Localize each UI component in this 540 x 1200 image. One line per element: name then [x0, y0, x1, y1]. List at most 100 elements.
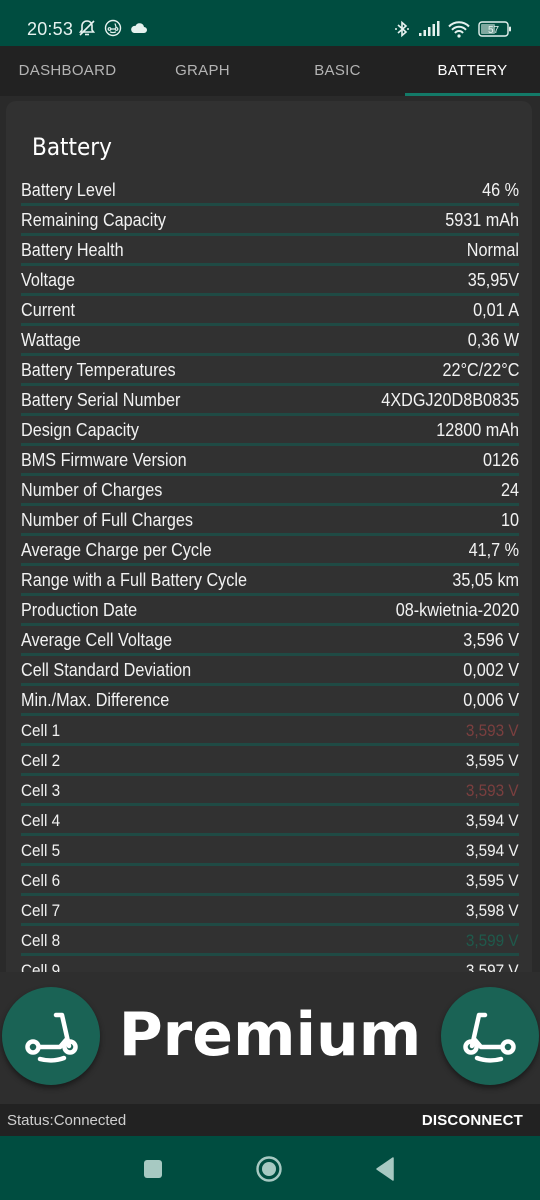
- home-icon: [256, 1156, 282, 1182]
- info-row-label: Number of Charges: [21, 480, 163, 500]
- info-row: Number of Charges 24: [21, 476, 519, 506]
- battery-percent: 57: [488, 25, 500, 36]
- info-row-label: Battery Level: [21, 180, 116, 200]
- status-right-icons: 57: [394, 20, 512, 43]
- cell-row: Cell 1 3,593 V: [21, 716, 519, 746]
- recent-apps-button[interactable]: [138, 1154, 168, 1184]
- connection-footer: Status:Connected DISCONNECT: [0, 1104, 540, 1136]
- battery-icon: 57: [478, 21, 512, 42]
- info-row-label: Battery Health: [21, 240, 124, 260]
- premium-banner: Premium: [0, 972, 540, 1104]
- info-row-label: Average Cell Voltage: [21, 630, 173, 650]
- info-row-value: 24: [500, 480, 519, 500]
- cloud-icon: [130, 21, 148, 40]
- cell-row: Cell 9 3.597 V: [21, 956, 519, 972]
- status-time: 20:53: [27, 19, 74, 39]
- cell-voltage: 3,599 V: [466, 931, 519, 950]
- cell-label: Cell 2: [21, 751, 61, 770]
- info-row-label: BMS Firmware Version: [21, 450, 187, 470]
- info-row-label: Cell Standard Deviation: [21, 660, 192, 680]
- info-row: Remaining Capacity 5931 mAh: [21, 206, 519, 236]
- info-row: Battery Level 46 %: [21, 176, 519, 206]
- card-title: Battery: [32, 133, 112, 161]
- tab-bar: DASHBOARD GRAPH BASIC BATTERY: [0, 46, 540, 96]
- info-row-value: 0,01 A: [473, 300, 519, 320]
- cell-voltage: 3,593 V: [466, 721, 519, 740]
- cell-row: Cell 6 3,595 V: [21, 866, 519, 896]
- info-row-label: Design Capacity: [21, 420, 139, 440]
- cell-voltage: 3.597 V: [466, 961, 519, 972]
- info-row: Voltage 35,95V: [21, 266, 519, 296]
- cell-label: Cell 4: [21, 811, 61, 830]
- cell-label: Cell 7: [21, 901, 61, 920]
- cell-voltage: 3,593 V: [466, 781, 519, 800]
- tab-graph[interactable]: GRAPH: [135, 46, 270, 96]
- bluetooth-icon: [394, 20, 410, 43]
- signal-icon: [418, 21, 440, 42]
- info-row: BMS Firmware Version 0126: [21, 446, 519, 476]
- scooter-button-right[interactable]: [441, 987, 539, 1085]
- info-row: Wattage 0,36 W: [21, 326, 519, 356]
- home-button[interactable]: [254, 1154, 284, 1184]
- info-row: Battery Temperatures 22°C/22°C: [21, 356, 519, 386]
- info-row-value: 22°C/22°C: [442, 360, 519, 380]
- info-row-label: Production Date: [21, 600, 138, 620]
- back-icon: [376, 1157, 394, 1181]
- scooter-app-icon: [104, 19, 122, 42]
- info-row: Average Charge per Cycle 41,7 %: [21, 536, 519, 566]
- cell-row: Cell 7 3,598 V: [21, 896, 519, 926]
- battery-scroll-area[interactable]: Battery Battery Level 46 % Remaining Capac…: [0, 96, 540, 972]
- back-button[interactable]: [370, 1154, 400, 1184]
- cell-voltage: 3,595 V: [466, 871, 519, 890]
- info-row: Battery Health Normal: [21, 236, 519, 266]
- info-row: Design Capacity 12800 mAh: [21, 416, 519, 446]
- info-row-value: 0126: [482, 450, 519, 470]
- scooter-icon: [463, 1012, 516, 1063]
- info-row: Battery Serial Number 4XDGJ20D8B0835: [21, 386, 519, 416]
- tab-basic[interactable]: BASIC: [270, 46, 405, 96]
- cell-row: Cell 4 3,594 V: [21, 806, 519, 836]
- info-row-value: 0,006 V: [463, 690, 519, 710]
- info-row-label: Number of Full Charges: [21, 510, 193, 530]
- info-row-value: 0,002 V: [463, 660, 519, 680]
- navigation-bar: [0, 1136, 540, 1200]
- cell-voltage: 3,595 V: [466, 751, 519, 770]
- info-row-label: Wattage: [21, 330, 81, 350]
- battery-info-list: Battery Level 46 % Remaining Capacity 5931 …: [21, 176, 519, 972]
- cell-label: Cell 5: [21, 841, 61, 860]
- info-row-label: Min./Max. Difference: [21, 690, 170, 710]
- info-row-label: Range with a Full Battery Cycle: [21, 570, 247, 590]
- info-row-label: Remaining Capacity: [21, 210, 166, 230]
- info-row-value: 08-kwietnia-2020: [395, 600, 519, 620]
- bell-off-icon: [78, 19, 96, 42]
- info-row-label: Average Charge per Cycle: [21, 540, 212, 560]
- battery-card: Battery Battery Level 46 % Remaining Capac…: [6, 101, 532, 972]
- info-row-value: 5931 mAh: [445, 210, 519, 230]
- info-row-value: 12800 mAh: [436, 420, 519, 440]
- recent-apps-icon: [144, 1160, 162, 1178]
- cell-row: Cell 2 3,595 V: [21, 746, 519, 776]
- wifi-icon: [448, 20, 470, 43]
- cell-voltage: 3,598 V: [466, 901, 519, 920]
- cell-row: Cell 3 3,593 V: [21, 776, 519, 806]
- info-row: Range with a Full Battery Cycle 35,05 km: [21, 566, 519, 596]
- info-row-value: Normal: [466, 240, 519, 260]
- tab-battery[interactable]: BATTERY: [405, 46, 540, 96]
- cell-row: Cell 5 3,594 V: [21, 836, 519, 866]
- tab-dashboard[interactable]: DASHBOARD: [0, 46, 135, 96]
- connection-status: Status:Connected: [7, 1112, 127, 1129]
- info-row: Cell Standard Deviation 0,002 V: [21, 656, 519, 686]
- info-row-label: Current: [21, 300, 76, 320]
- cell-voltage: 3,594 V: [466, 811, 519, 830]
- status-left-icons: [78, 19, 148, 42]
- info-row: Average Cell Voltage 3,596 V: [21, 626, 519, 656]
- info-row-value: 10: [500, 510, 519, 530]
- cell-label: Cell 3: [21, 781, 61, 800]
- info-row-label: Voltage: [21, 270, 76, 290]
- cell-label: Cell 8: [21, 931, 61, 950]
- disconnect-button[interactable]: DISCONNECT: [422, 1112, 523, 1129]
- info-row-value: 3,596 V: [463, 630, 519, 650]
- info-row-value: 0,36 W: [467, 330, 519, 350]
- info-row-value: 4XDGJ20D8B0835: [381, 390, 519, 410]
- cell-voltage: 3,594 V: [466, 841, 519, 860]
